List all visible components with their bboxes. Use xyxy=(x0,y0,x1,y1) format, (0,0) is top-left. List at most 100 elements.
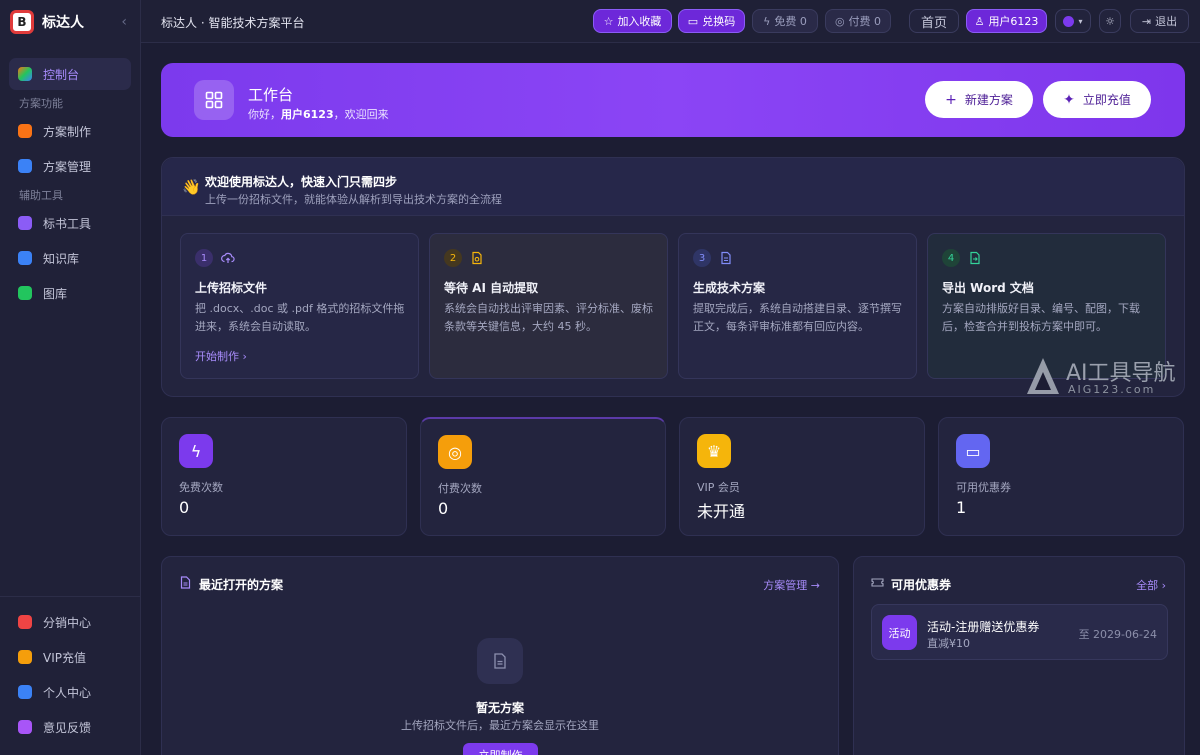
sidebar-item-feedback[interactable]: 意见反馈 xyxy=(9,711,131,743)
user-icon: ♙ xyxy=(974,14,985,28)
favorite-button[interactable]: ☆ 加入收藏 xyxy=(593,9,672,33)
theme-color-picker[interactable]: ▾ xyxy=(1055,9,1091,33)
step-card-upload: 1 上传招标文件 把 .docx、.doc 或 .pdf 格式的招标文件拖进来，… xyxy=(180,233,419,379)
brand[interactable]: B 标达人 ‹ xyxy=(10,9,131,35)
coupon-name: 活动-注册赠送优惠券 xyxy=(927,620,1040,634)
all-coupons-link[interactable]: 全部 › xyxy=(1136,577,1166,593)
chevron-down-icon: ▾ xyxy=(1078,16,1083,26)
sidebar-item-profile[interactable]: 个人中心 xyxy=(9,676,131,708)
bolt-icon: ϟ xyxy=(179,434,213,468)
dashboard-icon xyxy=(18,67,32,81)
sidebar-item-distribution[interactable]: 分销中心 xyxy=(9,606,131,638)
sidebar-item-label: 标书工具 xyxy=(43,216,92,231)
crown-icon: ♛ xyxy=(697,434,731,468)
paid-count-label: 付费 0 xyxy=(848,15,882,28)
stat-label: 免费次数 xyxy=(179,481,223,494)
sidebar-item-label: 方案管理 xyxy=(43,159,92,174)
folder-icon xyxy=(18,159,32,173)
step-title: 上传招标文件 xyxy=(195,281,268,295)
stat-card-paid: ◎ 付费次数 0 xyxy=(420,417,666,536)
new-plan-label: 新建方案 xyxy=(964,93,1013,107)
coupon-item[interactable]: 活动 活动-注册赠送优惠券 直减¥10 至 2029-06-24 xyxy=(871,604,1168,660)
tool-icon xyxy=(18,216,32,230)
sidebar-item-vip[interactable]: VIP充值 xyxy=(9,641,131,673)
greeting: 你好，用户6123，欢迎回来 xyxy=(248,106,389,122)
stat-value: 0 xyxy=(438,499,449,518)
bolt-icon: ϟ xyxy=(763,14,771,28)
empty-title: 暂无方案 xyxy=(475,701,524,715)
topbar: 标达人 · 智能技术方案平台 ☆ 加入收藏 ▭ 兑换码 ϟ 免费 0 ◎ 付费 0 首页… xyxy=(141,0,1200,43)
sidebar-item-label: 方案制作 xyxy=(43,124,92,139)
step-desc: 把 .docx、.doc 或 .pdf 格式的招标文件拖进来，系统会自动读取。 xyxy=(195,302,405,333)
paid-count-badge[interactable]: ◎ 付费 0 xyxy=(825,9,891,33)
file-scan-icon xyxy=(472,251,482,265)
sidebar-item-plan-manage[interactable]: 方案管理 xyxy=(9,150,131,182)
quick-start-subtitle: 上传一份招标文件，就能体验从解析到导出技术方案的全流程 xyxy=(205,193,502,206)
sidebar-item-label: 个人中心 xyxy=(43,685,92,700)
greeting-user: 用户6123 xyxy=(281,108,334,121)
recent-plans-title: 最近打开的方案 xyxy=(199,578,284,592)
feedback-icon xyxy=(18,720,32,734)
user-menu-button[interactable]: ♙ 用户6123 xyxy=(966,9,1047,33)
step-card-generate: 3 生成技术方案 提取完成后，系统自动搭建目录、逐节撰写正文，每条评审标准都有回… xyxy=(678,233,917,379)
stat-value: 0 xyxy=(179,498,190,517)
sidebar-divider xyxy=(0,596,140,597)
quick-start-title: 欢迎使用标达人，快速入门只需四步 xyxy=(205,175,398,189)
sidebar-item-bid-tools[interactable]: 标书工具 xyxy=(9,207,131,239)
redeem-label: 兑换码 xyxy=(702,15,736,28)
stat-card-vip: ♛ VIP 会员 未开通 xyxy=(679,417,925,536)
sun-icon[interactable]: ☼ xyxy=(1099,9,1121,33)
stat-value: 未开通 xyxy=(697,502,746,521)
free-count-badge[interactable]: ϟ 免费 0 xyxy=(752,9,818,33)
brand-logo: B xyxy=(10,10,34,34)
stat-label: VIP 会员 xyxy=(697,481,740,494)
ticket-icon xyxy=(871,578,884,587)
coupon-expiry: 至 2029-06-24 xyxy=(1078,628,1157,641)
coupon-amount: 直减¥10 xyxy=(927,637,970,650)
stat-label: 可用优惠券 xyxy=(956,481,1011,494)
empty-document-icon xyxy=(477,638,523,684)
logout-button[interactable]: ⇥ 退出 xyxy=(1130,9,1189,33)
new-plan-button[interactable]: + 新建方案 xyxy=(925,81,1033,118)
workspace-banner: 工作台 你好，用户6123，欢迎回来 + 新建方案 ✦ 立即充值 xyxy=(161,63,1185,137)
sidebar-item-label: 控制台 xyxy=(43,67,80,82)
plan-manage-link[interactable]: 方案管理 → xyxy=(763,577,820,593)
sidebar-item-knowledge[interactable]: 知识库 xyxy=(9,242,131,274)
create-now-button[interactable]: 立即制作 xyxy=(463,743,538,755)
document-icon xyxy=(180,576,191,589)
step-card-extract: 2 等待 AI 自动提取 系统会自动找出评审因素、评分标准、废标条款等关键信息，… xyxy=(429,233,668,379)
chevron-left-icon[interactable]: ‹ xyxy=(121,14,127,30)
plus-icon: + xyxy=(945,91,957,108)
file-export-icon xyxy=(970,251,980,265)
step-title: 生成技术方案 xyxy=(693,281,766,295)
section-label-tools: 辅助工具 xyxy=(19,189,63,202)
page-title: 工作台 xyxy=(248,86,294,104)
gift-icon xyxy=(18,615,32,629)
step-number: 1 xyxy=(195,249,213,267)
step-number: 3 xyxy=(693,249,711,267)
coin-icon: ◎ xyxy=(834,14,845,28)
start-create-link[interactable]: 开始制作 › xyxy=(195,348,247,364)
vip-icon xyxy=(18,650,32,664)
sidebar: B 标达人 ‹ 控制台 方案功能 方案制作 方案管理 辅助工具 标书工具 知识库… xyxy=(0,0,141,755)
sidebar-item-gallery[interactable]: 图库 xyxy=(9,277,131,309)
sidebar-item-plan-create[interactable]: 方案制作 xyxy=(9,115,131,147)
section-label-plan: 方案功能 xyxy=(19,97,63,110)
coupons-panel: 可用优惠券 全部 › 活动 活动-注册赠送优惠券 直减¥10 至 2029-06… xyxy=(853,556,1185,755)
sidebar-item-dashboard[interactable]: 控制台 xyxy=(9,58,131,90)
greeting-suffix: ，欢迎回来 xyxy=(333,108,389,121)
logout-icon: ⇥ xyxy=(1141,14,1152,28)
stat-card-coupon: ▭ 可用优惠券 1 xyxy=(938,417,1184,536)
step-desc: 方案自动排版好目录、编号、配图，下载后，检查合并到投标方案中即可。 xyxy=(942,302,1140,333)
sidebar-item-label: 图库 xyxy=(43,286,68,301)
stat-value: 1 xyxy=(956,498,967,517)
empty-subtitle: 上传招标文件后，最近方案会显示在这里 xyxy=(401,719,599,732)
brand-name: 标达人 xyxy=(42,15,84,31)
coupons-title: 可用优惠券 xyxy=(891,578,952,592)
sidebar-item-label: 知识库 xyxy=(43,251,80,266)
logout-label: 退出 xyxy=(1155,15,1178,28)
redeem-button[interactable]: ▭ 兑换码 xyxy=(678,9,745,33)
recharge-label: 立即充值 xyxy=(1082,93,1131,107)
home-button[interactable]: 首页 xyxy=(909,9,959,33)
recharge-button[interactable]: ✦ 立即充值 xyxy=(1043,81,1151,118)
